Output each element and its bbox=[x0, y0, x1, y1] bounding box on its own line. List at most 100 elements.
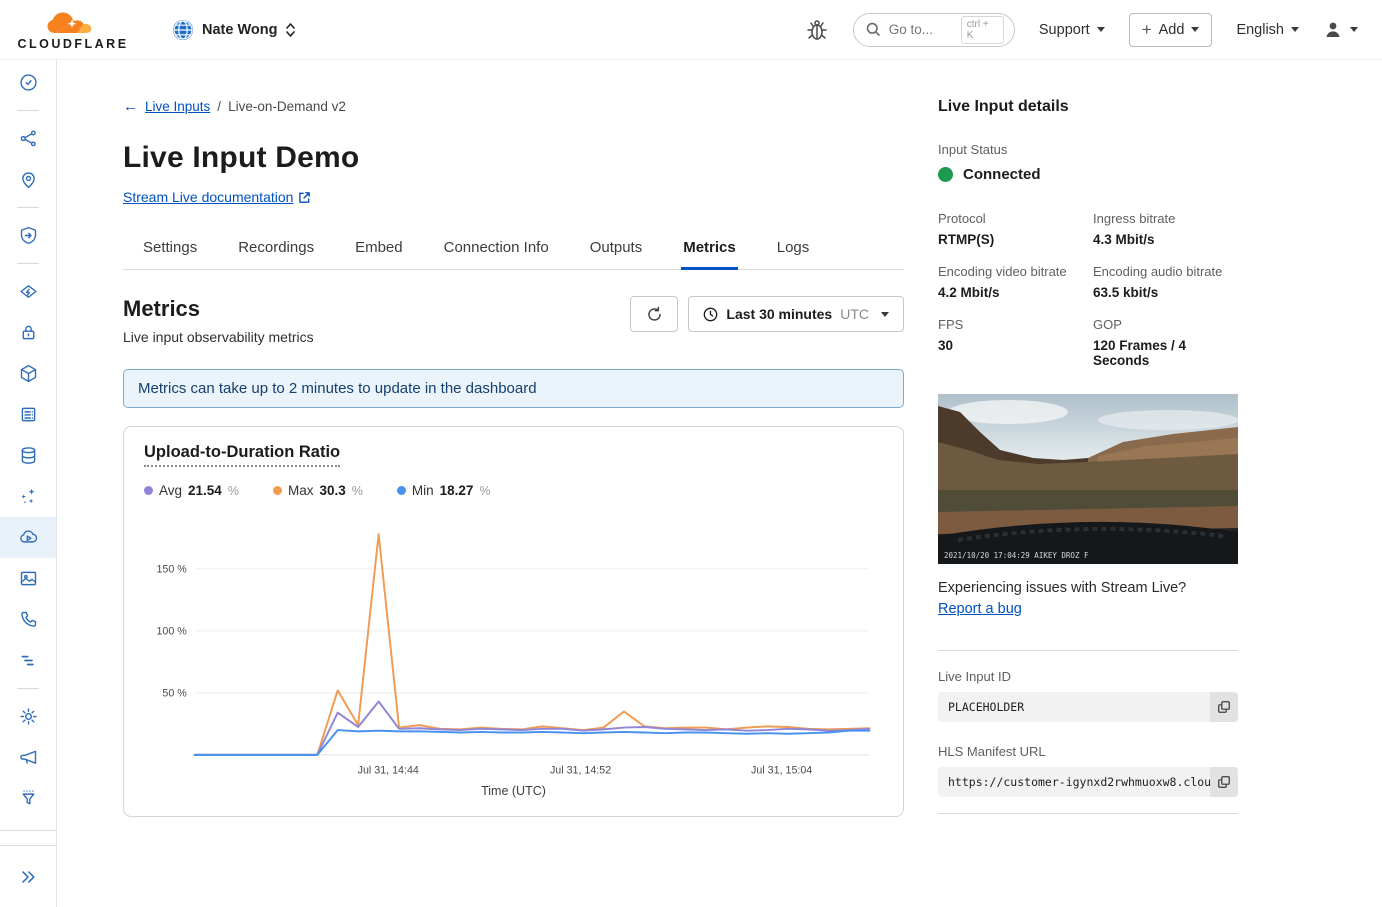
sidebar-expand-button[interactable] bbox=[0, 845, 56, 907]
clock-icon bbox=[703, 307, 718, 322]
svg-text:Jul 31, 14:44: Jul 31, 14:44 bbox=[358, 764, 419, 776]
breadcrumb: ← Live Inputs / Live-on-Demand v2 bbox=[123, 98, 904, 115]
account-switcher[interactable]: Nate Wong bbox=[172, 19, 296, 41]
map-pin-icon bbox=[18, 169, 39, 190]
tab-metrics[interactable]: Metrics bbox=[681, 233, 738, 269]
sidebar-item-storage[interactable] bbox=[0, 394, 56, 435]
copy-hls-url-button[interactable] bbox=[1210, 767, 1238, 797]
layers-bolt-icon bbox=[18, 281, 39, 302]
breadcrumb-separator: / bbox=[217, 99, 221, 114]
tab-connection-info[interactable]: Connection Info bbox=[442, 233, 551, 269]
metrics-info-banner: Metrics can take up to 2 minutes to upda… bbox=[123, 369, 904, 408]
sidebar-item-notifications[interactable] bbox=[0, 737, 56, 778]
breadcrumb-live-inputs-link[interactable]: Live Inputs bbox=[145, 99, 210, 114]
add-label: Add bbox=[1159, 22, 1185, 38]
thumbnail-timestamp: 2021/10/20 17:04:29 AIKEY DROZ F bbox=[944, 551, 1089, 560]
legend-avg: Avg 21.54 % bbox=[144, 483, 239, 498]
cloudflare-logo[interactable]: CLOUDFLARE bbox=[14, 9, 132, 51]
sidebar-item-network[interactable] bbox=[0, 118, 56, 159]
tab-outputs[interactable]: Outputs bbox=[588, 233, 645, 269]
stream-docs-link-label: Stream Live documentation bbox=[123, 189, 293, 205]
sidebar-item-filter[interactable] bbox=[0, 778, 56, 819]
input-status-label: Input Status bbox=[938, 142, 1238, 157]
language-menu[interactable]: English bbox=[1236, 22, 1299, 38]
divider bbox=[17, 207, 39, 208]
chevron-down-icon bbox=[1191, 27, 1199, 32]
plus-icon: + bbox=[1142, 20, 1152, 40]
sidebar-item-database[interactable] bbox=[0, 435, 56, 476]
sidebar-item-ssl[interactable] bbox=[0, 312, 56, 353]
add-button[interactable]: + Add bbox=[1129, 13, 1213, 47]
phone-icon bbox=[18, 609, 39, 630]
avg-dot-icon bbox=[144, 486, 153, 495]
sidebar-item-images[interactable] bbox=[0, 558, 56, 599]
gantt-icon bbox=[18, 650, 39, 671]
user-icon bbox=[1323, 20, 1343, 40]
images-icon bbox=[18, 568, 39, 589]
sidebar-item-calls[interactable] bbox=[0, 599, 56, 640]
live-input-id-label: Live Input ID bbox=[938, 669, 1238, 684]
live-preview-thumbnail: 2021/10/20 17:04:29 AIKEY DROZ F bbox=[938, 394, 1238, 564]
sidebar-item-stream[interactable] bbox=[0, 517, 56, 558]
copy-icon bbox=[1217, 700, 1231, 714]
copy-icon bbox=[1217, 775, 1231, 789]
sidebar-item-pipelines[interactable] bbox=[0, 640, 56, 681]
tab-recordings[interactable]: Recordings bbox=[236, 233, 316, 269]
metrics-subtitle: Live input observability metrics bbox=[123, 329, 314, 345]
support-label: Support bbox=[1039, 22, 1090, 38]
copy-input-id-button[interactable] bbox=[1210, 692, 1238, 722]
clock-check-icon bbox=[18, 72, 39, 93]
account-name: Nate Wong bbox=[202, 22, 277, 38]
funnel-icon bbox=[18, 788, 39, 809]
upload-duration-chart: 50 %100 %150 %Jul 31, 14:44Jul 31, 14:52… bbox=[144, 508, 883, 782]
details-grid: Protocol RTMP(S) Ingress bitrate 4.3 Mbi… bbox=[938, 211, 1238, 368]
live-input-id-value: PLACEHOLDER bbox=[938, 692, 1210, 722]
user-menu[interactable] bbox=[1323, 20, 1358, 40]
details-panel-title: Live Input details bbox=[938, 98, 1238, 116]
sidebar-item-security[interactable] bbox=[0, 215, 56, 256]
report-bug-link[interactable]: Report a bug bbox=[938, 601, 1022, 617]
stream-docs-link[interactable]: Stream Live documentation bbox=[123, 189, 311, 205]
chevron-down-icon bbox=[1291, 27, 1299, 32]
status-value: Connected bbox=[963, 166, 1041, 183]
external-link-icon bbox=[298, 191, 311, 204]
sidebar-item-locations[interactable] bbox=[0, 159, 56, 200]
svg-text:100 %: 100 % bbox=[156, 626, 187, 638]
bug-report-icon[interactable] bbox=[805, 17, 829, 43]
tab-logs[interactable]: Logs bbox=[775, 233, 812, 269]
detail-gop: GOP 120 Frames / 4 Seconds bbox=[1093, 317, 1238, 368]
divider bbox=[938, 813, 1238, 814]
svg-text:50 %: 50 % bbox=[162, 688, 187, 700]
sidebar-item-workers[interactable] bbox=[0, 353, 56, 394]
live-input-id-field: PLACEHOLDER bbox=[938, 692, 1238, 722]
server-icon bbox=[18, 404, 39, 425]
page-title: Live Input Demo bbox=[123, 141, 904, 175]
tab-settings[interactable]: Settings bbox=[141, 233, 199, 269]
min-dot-icon bbox=[397, 486, 406, 495]
issues-text: Experiencing issues with Stream Live? bbox=[938, 580, 1238, 596]
chart-title: Upload-to-Duration Ratio bbox=[144, 443, 340, 467]
shield-arrow-icon bbox=[18, 225, 39, 246]
support-menu[interactable]: Support bbox=[1039, 22, 1105, 38]
language-label: English bbox=[1236, 22, 1284, 38]
divider bbox=[938, 650, 1238, 651]
preview-scene: 2021/10/20 17:04:29 AIKEY DROZ F bbox=[938, 394, 1238, 564]
legend-min: Min 18.27 % bbox=[397, 483, 491, 498]
tab-embed[interactable]: Embed bbox=[353, 233, 405, 269]
cloudflare-wordmark: CLOUDFLARE bbox=[17, 37, 128, 51]
refresh-button[interactable] bbox=[630, 296, 678, 332]
sidebar-item-speed[interactable] bbox=[0, 271, 56, 312]
search-input[interactable] bbox=[889, 22, 953, 37]
global-search[interactable]: ctrl + K bbox=[853, 13, 1015, 47]
sidebar-item-manage[interactable] bbox=[0, 696, 56, 737]
search-shortcut-badge: ctrl + K bbox=[961, 16, 1004, 44]
breadcrumb-current: Live-on-Demand v2 bbox=[228, 99, 346, 114]
time-range-dropdown[interactable]: Last 30 minutes UTC bbox=[688, 296, 904, 332]
sidebar-item-ai[interactable] bbox=[0, 476, 56, 517]
chevron-down-icon bbox=[1350, 27, 1358, 32]
back-arrow-icon: ← bbox=[123, 98, 138, 115]
detail-fps: FPS 30 bbox=[938, 317, 1083, 368]
sidebar-item-time-travel[interactable] bbox=[0, 62, 56, 103]
chevron-down-icon bbox=[881, 312, 889, 317]
globe-icon bbox=[172, 19, 194, 41]
